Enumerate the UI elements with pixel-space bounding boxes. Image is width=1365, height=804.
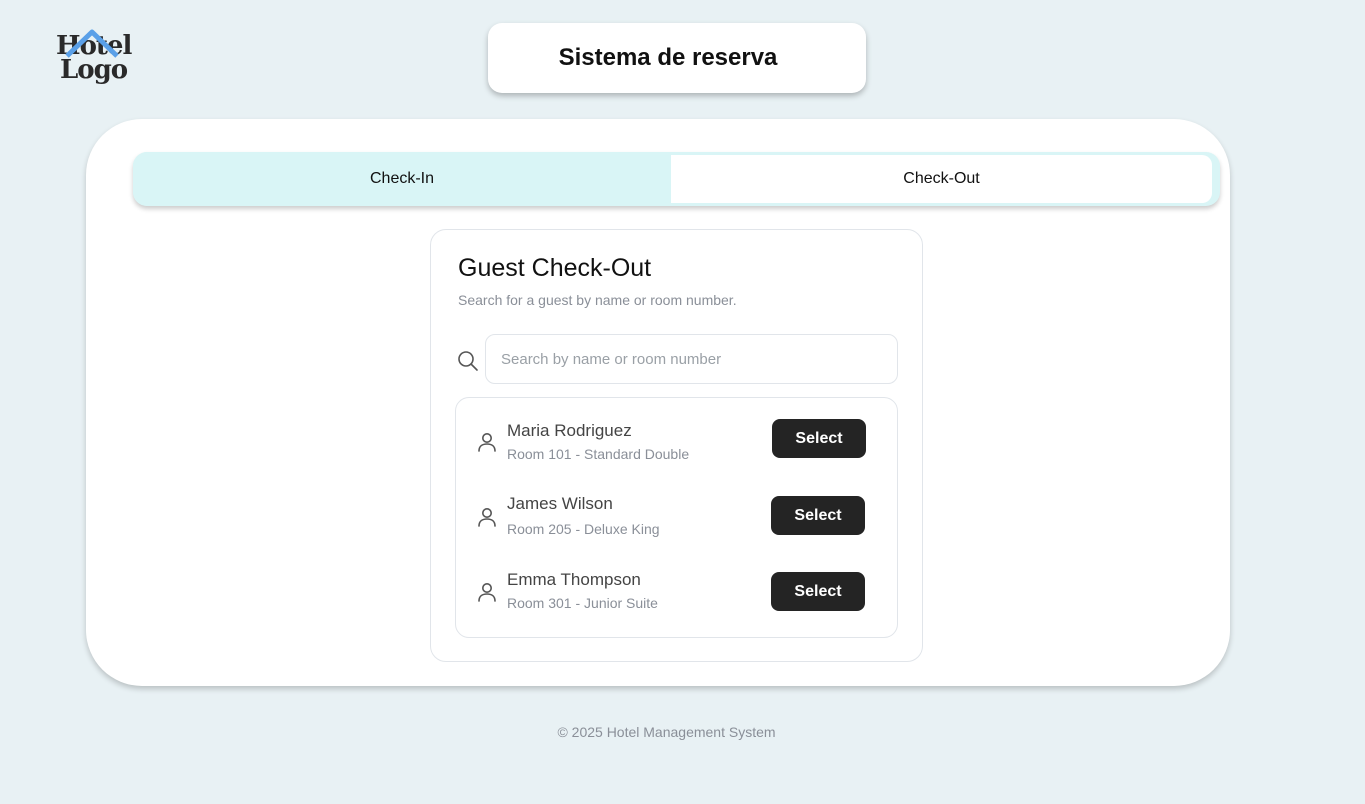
panel-title: Guest Check-Out bbox=[458, 254, 652, 282]
header-title-box: Sistema de reserva bbox=[488, 23, 866, 93]
roof-icon bbox=[65, 29, 119, 58]
select-guest-button[interactable]: Select bbox=[771, 496, 865, 535]
search-input[interactable] bbox=[485, 334, 898, 384]
tab-bar: Check-In Check-Out bbox=[133, 152, 1220, 206]
checkout-panel: Guest Check-Out Search for a guest by na… bbox=[430, 229, 923, 662]
panel-subtitle: Search for a guest by name or room numbe… bbox=[458, 292, 737, 308]
guest-room: Room 301 - Junior Suite bbox=[507, 595, 658, 611]
footer-copyright: © 2025 Hotel Management System bbox=[557, 724, 776, 740]
page-title: Sistema de reserva bbox=[558, 44, 778, 71]
guest-name: James Wilson bbox=[507, 494, 613, 513]
tab-check-out[interactable]: Check-Out bbox=[671, 155, 1212, 203]
search-icon bbox=[458, 351, 478, 371]
guest-name: Emma Thompson bbox=[507, 570, 641, 589]
guest-row: Emma Thompson Room 301 - Junior Suite Se… bbox=[456, 549, 897, 611]
guest-room: Room 101 - Standard Double bbox=[507, 446, 690, 462]
hotel-logo: Hotel Logo bbox=[56, 28, 136, 88]
tab-check-in[interactable]: Check-In bbox=[133, 152, 671, 206]
user-icon bbox=[478, 433, 496, 452]
guest-list: Maria Rodriguez Room 101 - Standard Doub… bbox=[455, 397, 898, 638]
select-guest-button[interactable]: Select bbox=[771, 572, 865, 611]
guest-row: James Wilson Room 205 - Deluxe King Sele… bbox=[456, 475, 897, 537]
select-guest-button[interactable]: Select bbox=[772, 419, 866, 458]
logo-line2: Logo bbox=[60, 55, 128, 85]
main-card: Check-In Check-Out Guest Check-Out Searc… bbox=[86, 119, 1230, 686]
guest-room: Room 205 - Deluxe King bbox=[507, 521, 660, 537]
user-icon bbox=[478, 508, 496, 527]
guest-row: Maria Rodriguez Room 101 - Standard Doub… bbox=[456, 398, 897, 462]
user-icon bbox=[478, 583, 496, 602]
guest-name: Maria Rodriguez bbox=[507, 421, 632, 440]
